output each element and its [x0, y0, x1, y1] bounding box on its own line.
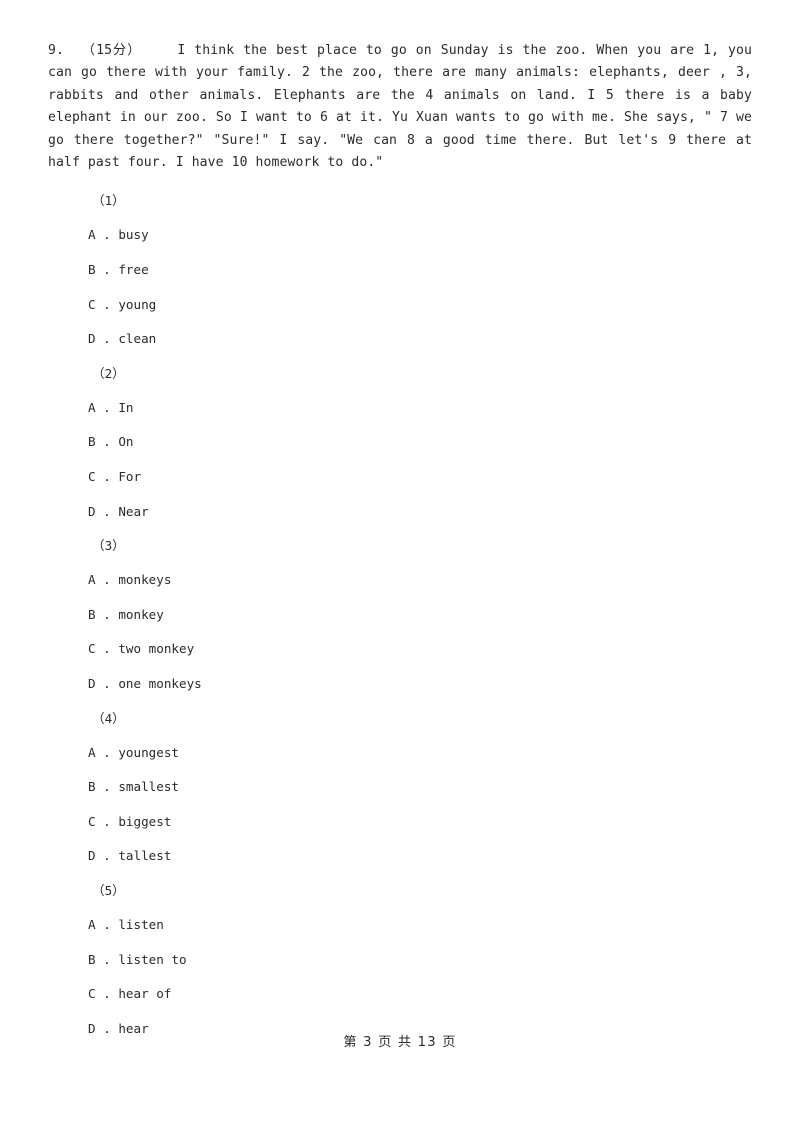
option-separator: . [95, 331, 119, 347]
subquestion-group-4: （4） A . youngest B . smallest C . bigges… [48, 702, 752, 874]
option-4-D[interactable]: D . tallest [48, 839, 752, 874]
option-text: hear of [118, 986, 172, 1002]
option-separator: . [95, 779, 119, 795]
option-letter: D [88, 503, 96, 519]
option-2-A[interactable]: A . In [48, 391, 752, 426]
option-separator: . [95, 572, 119, 588]
option-letter: D [88, 675, 96, 691]
option-5-B[interactable]: B . listen to [48, 943, 752, 978]
question-spacer-2 [141, 43, 177, 58]
question-spacer-1 [64, 43, 82, 58]
option-separator: . [95, 503, 119, 519]
option-letter: A [88, 744, 96, 760]
option-1-B[interactable]: B . free [48, 253, 752, 288]
option-4-A[interactable]: A . youngest [48, 736, 752, 771]
option-text: Near [118, 503, 149, 519]
option-text: listen to [118, 951, 187, 967]
option-text: monkey [118, 606, 164, 622]
option-2-D[interactable]: D . Near [48, 495, 752, 530]
option-text: busy [118, 227, 149, 243]
page-content: 9. （15分） I think the best place to go on… [48, 40, 752, 1046]
option-1-D[interactable]: D . clean [48, 322, 752, 357]
option-letter: C [88, 641, 96, 657]
option-separator: . [95, 744, 119, 760]
option-letter: B [88, 434, 96, 450]
subquestion-label-5: （5） [92, 882, 125, 898]
option-3-D[interactable]: D . one monkeys [48, 667, 752, 702]
option-separator: . [95, 916, 119, 932]
question-number: 9. [48, 43, 64, 58]
option-letter: C [88, 296, 96, 312]
option-separator: . [95, 951, 119, 967]
document-page: 9. （15分） I think the best place to go on… [0, 0, 800, 1132]
option-separator: . [95, 262, 119, 278]
subquestion-label-3: （3） [92, 538, 125, 554]
option-separator: . [95, 848, 119, 864]
option-4-C[interactable]: C . biggest [48, 805, 752, 840]
subquestion-label-4: （4） [92, 710, 125, 726]
passage-paragraph: 9. （15分） I think the best place to go on… [48, 40, 752, 174]
subquestion-group-5: （5） A . listen B . listen to C . hear of… [48, 874, 752, 1046]
option-letter: C [88, 469, 96, 484]
option-text: listen [118, 916, 164, 932]
option-text: monkeys [118, 572, 172, 588]
option-separator: . [95, 296, 119, 312]
option-text: clean [118, 331, 157, 347]
option-text: In [118, 399, 134, 415]
option-4-B[interactable]: B . smallest [48, 770, 752, 805]
option-letter: A [88, 916, 96, 932]
subquestion-group-2: （2） A . In B . On C . For D . Near [48, 357, 752, 529]
option-letter: D [88, 331, 96, 347]
passage-text: I think the best place to go on Sunday i… [48, 43, 752, 171]
option-separator: . [95, 675, 119, 691]
option-letter: B [88, 951, 96, 967]
option-separator: . [95, 227, 119, 243]
option-letter: D [88, 848, 96, 864]
question-score: （15分） [81, 43, 142, 58]
option-2-B[interactable]: B . On [48, 425, 752, 460]
option-separator: . [95, 986, 119, 1002]
option-separator: . [95, 399, 119, 415]
option-letter: C [88, 813, 96, 829]
option-text: For [118, 469, 142, 484]
option-5-C[interactable]: C . hear of [48, 977, 752, 1012]
option-text: On [118, 434, 134, 450]
option-text: free [118, 262, 149, 278]
option-text: tallest [118, 848, 172, 864]
option-letter: B [88, 606, 96, 622]
option-5-A[interactable]: A . listen [48, 908, 752, 943]
option-separator: . [95, 641, 119, 657]
option-text: youngest [118, 744, 180, 760]
option-separator: . [95, 606, 119, 622]
subquestion-group-1: （1） A . busy B . free C . young D . clea… [48, 184, 752, 356]
option-text: smallest [118, 779, 180, 795]
option-text: biggest [118, 813, 172, 829]
option-text: young [118, 296, 157, 312]
option-separator: . [95, 434, 119, 450]
option-text: two monkey [118, 641, 195, 657]
option-separator: . [95, 813, 119, 829]
option-3-A[interactable]: A . monkeys [48, 563, 752, 598]
option-3-B[interactable]: B . monkey [48, 598, 752, 633]
option-separator: . [95, 469, 119, 484]
option-text: one monkeys [118, 675, 202, 691]
option-letter: A [88, 572, 96, 588]
option-letter: B [88, 779, 96, 795]
subquestion-group-3: （3） A . monkeys B . monkey C . two monke… [48, 529, 752, 701]
option-letter: A [88, 227, 96, 243]
option-letter: C [88, 986, 96, 1002]
page-footer: 第 3 页 共 13 页 [343, 1035, 457, 1050]
subquestion-label-1: （1） [92, 193, 125, 209]
option-letter: A [88, 399, 96, 415]
option-1-A[interactable]: A . busy [48, 218, 752, 253]
option-letter: B [88, 262, 96, 278]
option-1-C[interactable]: C . young [48, 288, 752, 323]
option-3-C[interactable]: C . two monkey [48, 632, 752, 667]
subquestion-label-2: （2） [92, 365, 125, 381]
option-2-C[interactable]: C . For [48, 460, 752, 495]
